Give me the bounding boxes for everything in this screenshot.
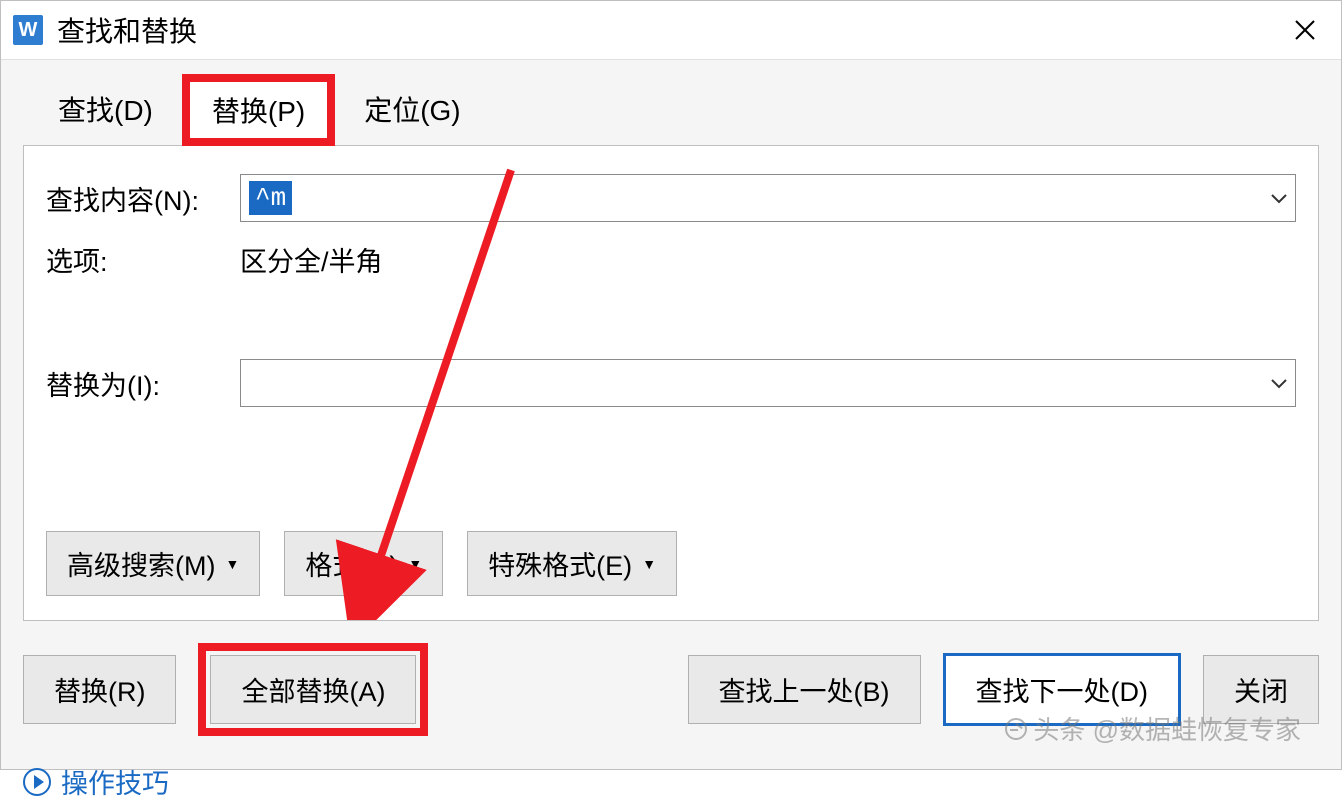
form-panel: 查找内容(N): ^m 选项: 区分全/半角 替换为(I):: [23, 145, 1319, 621]
play-icon: [23, 768, 51, 796]
options-value: 区分全/半角: [240, 240, 383, 279]
window-title: 查找和替换: [57, 10, 197, 50]
special-format-button[interactable]: 特殊格式(E) ▼: [467, 531, 677, 596]
dialog-window: W 查找和替换 查找(D) 替换(P) 定位(G) 查找内容(N): ^m: [0, 0, 1342, 770]
tab-goto[interactable]: 定位(G): [335, 74, 489, 145]
options-label: 选项:: [46, 240, 226, 279]
replace-row: 替换为(I):: [46, 359, 1296, 407]
advanced-search-label: 高级搜索(M): [67, 544, 215, 583]
dialog-body: 查找(D) 替换(P) 定位(G) 查找内容(N): ^m 选项: 区分全/半角…: [1, 59, 1341, 769]
tab-goto-label: 定位(G): [364, 95, 460, 126]
option-buttons: 高级搜索(M) ▼ 格式(O) ▼ 特殊格式(E) ▼: [46, 531, 1296, 596]
special-format-label: 特殊格式(E): [488, 544, 632, 583]
chevron-down-icon: ▼: [408, 556, 422, 572]
close-icon[interactable]: [1281, 6, 1329, 54]
replace-button[interactable]: 替换(R): [23, 655, 176, 724]
find-input-value: ^m: [249, 181, 292, 215]
options-row: 选项: 区分全/半角: [46, 240, 1296, 279]
format-label: 格式(O): [305, 544, 398, 583]
find-prev-button[interactable]: 查找上一处(B): [688, 655, 921, 724]
format-button[interactable]: 格式(O) ▼: [284, 531, 443, 596]
tab-replace-label: 替换(P): [212, 96, 305, 127]
tab-find[interactable]: 查找(D): [29, 74, 182, 145]
titlebar: W 查找和替换: [1, 1, 1341, 59]
find-label: 查找内容(N):: [46, 179, 226, 218]
watermark-text: 头条 @数据蛙恢复专家: [1033, 710, 1301, 747]
tab-strip: 查找(D) 替换(P) 定位(G): [29, 74, 1319, 145]
chevron-down-icon[interactable]: [1271, 188, 1287, 209]
watermark-icon: [1005, 718, 1027, 740]
chevron-down-icon: ▼: [225, 556, 239, 572]
app-icon: W: [13, 15, 43, 45]
advanced-search-button[interactable]: 高级搜索(M) ▼: [46, 531, 260, 596]
tab-find-label: 查找(D): [58, 95, 153, 126]
chevron-down-icon: ▼: [642, 556, 656, 572]
replace-all-button[interactable]: 全部替换(A): [210, 655, 416, 724]
tips-label: 操作技巧: [61, 762, 169, 801]
tab-replace[interactable]: 替换(P): [182, 74, 335, 146]
replace-label: 替换为(I):: [46, 364, 226, 403]
highlight-replace-all: 全部替换(A): [198, 643, 428, 736]
tips-link[interactable]: 操作技巧: [23, 762, 1319, 801]
find-row: 查找内容(N): ^m: [46, 174, 1296, 222]
replace-input[interactable]: [240, 359, 1296, 407]
find-input[interactable]: ^m: [240, 174, 1296, 222]
chevron-down-icon[interactable]: [1271, 373, 1287, 394]
watermark: 头条 @数据蛙恢复专家: [1005, 710, 1301, 747]
